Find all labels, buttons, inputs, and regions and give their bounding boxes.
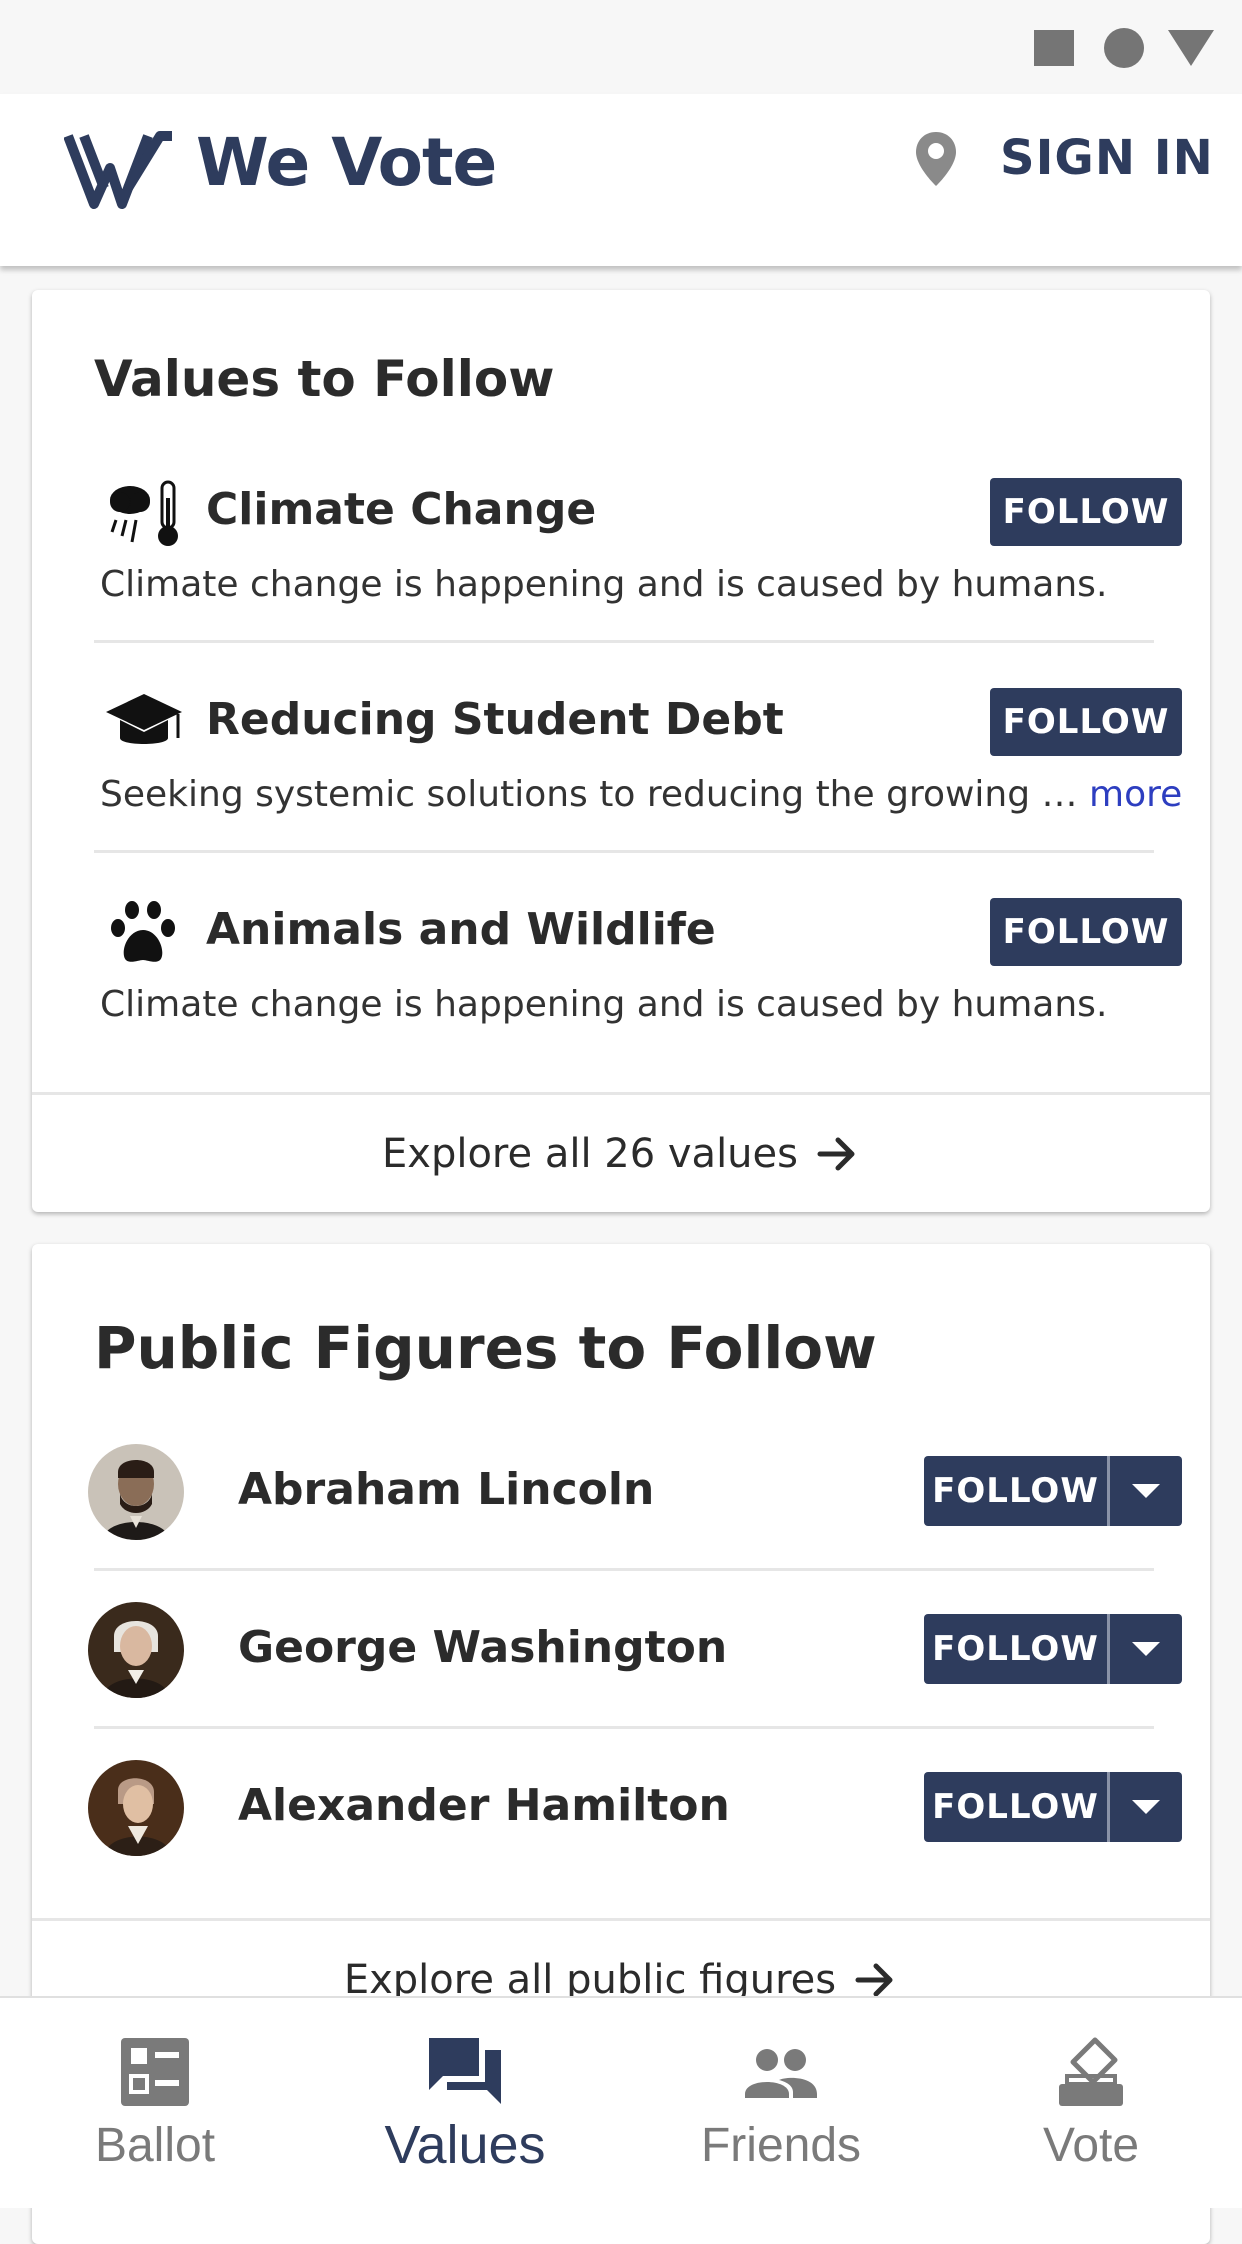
card-title: Values to Follow [94, 350, 555, 408]
figure-item-abraham-lincoln[interactable]: Abraham Lincoln FOLLOW [88, 1444, 1182, 1554]
bottom-navigation: Ballot Values Friends Vote [0, 1996, 1242, 2208]
divider [94, 850, 1154, 853]
brand-name[interactable]: We Vote [196, 124, 497, 201]
paw-icon [111, 901, 175, 962]
ballot-icon [121, 2038, 189, 2106]
value-description: Climate change is happening and is cause… [100, 984, 1108, 1025]
app-header: We Vote SIGN IN [0, 94, 1242, 266]
figure-name: George Washington [238, 1622, 728, 1673]
explore-label: Explore all 26 values [382, 1130, 798, 1177]
figure-item-alexander-hamilton[interactable]: Alexander Hamilton FOLLOW [88, 1760, 1182, 1870]
follow-button[interactable]: FOLLOW [990, 688, 1182, 756]
nav-label: Values [384, 2115, 546, 2175]
nav-label: Friends [700, 2119, 862, 2172]
follow-split-button: FOLLOW [924, 1772, 1182, 1842]
status-bar [0, 0, 1242, 94]
avatar [88, 1444, 184, 1540]
graduation-cap-icon [106, 694, 182, 744]
values-icon [429, 2038, 501, 2104]
nav-label: Ballot [94, 2119, 216, 2172]
follow-options-dropdown[interactable] [1110, 1772, 1182, 1842]
location-pin-icon[interactable] [914, 130, 958, 188]
divider [94, 1726, 1154, 1729]
card-title: Public Figures to Follow [94, 1314, 877, 1382]
nav-item-values[interactable]: Values [310, 1998, 620, 2210]
nav-item-ballot[interactable]: Ballot [0, 1998, 310, 2210]
follow-split-button: FOLLOW [924, 1614, 1182, 1684]
value-item-reducing-student-debt[interactable]: Reducing Student Debt Seeking systemic s… [94, 688, 1182, 888]
figure-item-george-washington[interactable]: George Washington FOLLOW [88, 1602, 1182, 1712]
follow-options-dropdown[interactable] [1110, 1456, 1182, 1526]
explore-all-values-link[interactable]: Explore all 26 values [32, 1092, 1210, 1212]
we-vote-logo-icon[interactable] [64, 130, 176, 210]
climate-icon [110, 480, 178, 546]
follow-options-dropdown[interactable] [1110, 1614, 1182, 1684]
follow-button[interactable]: FOLLOW [924, 1614, 1110, 1684]
value-description: Climate change is happening and is cause… [100, 564, 1108, 605]
follow-button[interactable]: FOLLOW [990, 898, 1182, 966]
more-link[interactable]: more [1089, 774, 1182, 815]
record-icon [1104, 28, 1144, 68]
vote-icon [1059, 2037, 1123, 2106]
stop-icon [1034, 30, 1074, 66]
value-description: Seeking systemic solutions to reducing t… [100, 774, 1183, 815]
divider [94, 1568, 1154, 1571]
follow-button[interactable]: FOLLOW [924, 1772, 1110, 1842]
figure-name: Abraham Lincoln [238, 1464, 655, 1515]
figure-name: Alexander Hamilton [238, 1780, 730, 1831]
signal-icon [1168, 30, 1214, 66]
nav-item-vote[interactable]: Vote [936, 1998, 1242, 2210]
friends-icon [745, 2049, 817, 2098]
arrow-right-icon [855, 1963, 893, 1996]
value-item-climate-change[interactable]: Climate Change Climate change is happeni… [94, 478, 1182, 678]
follow-button[interactable]: FOLLOW [990, 478, 1182, 546]
sign-in-button[interactable]: SIGN IN [1000, 130, 1214, 186]
avatar [88, 1760, 184, 1856]
values-to-follow-card: Values to Follow Climate Change Climate … [32, 290, 1210, 1212]
follow-button[interactable]: FOLLOW [924, 1456, 1110, 1526]
nav-item-friends[interactable]: Friends [626, 1998, 936, 2210]
arrow-right-icon [817, 1137, 855, 1170]
caret-down-icon [1132, 1642, 1160, 1656]
divider [94, 640, 1154, 643]
caret-down-icon [1132, 1484, 1160, 1498]
caret-down-icon [1132, 1800, 1160, 1814]
follow-split-button: FOLLOW [924, 1456, 1182, 1526]
value-name: Reducing Student Debt [206, 694, 784, 745]
value-name: Climate Change [206, 484, 597, 535]
value-item-animals-and-wildlife[interactable]: Animals and Wildlife Climate change is h… [94, 898, 1182, 1098]
value-name: Animals and Wildlife [206, 904, 716, 955]
nav-label: Vote [1042, 2119, 1140, 2172]
avatar [88, 1602, 184, 1698]
